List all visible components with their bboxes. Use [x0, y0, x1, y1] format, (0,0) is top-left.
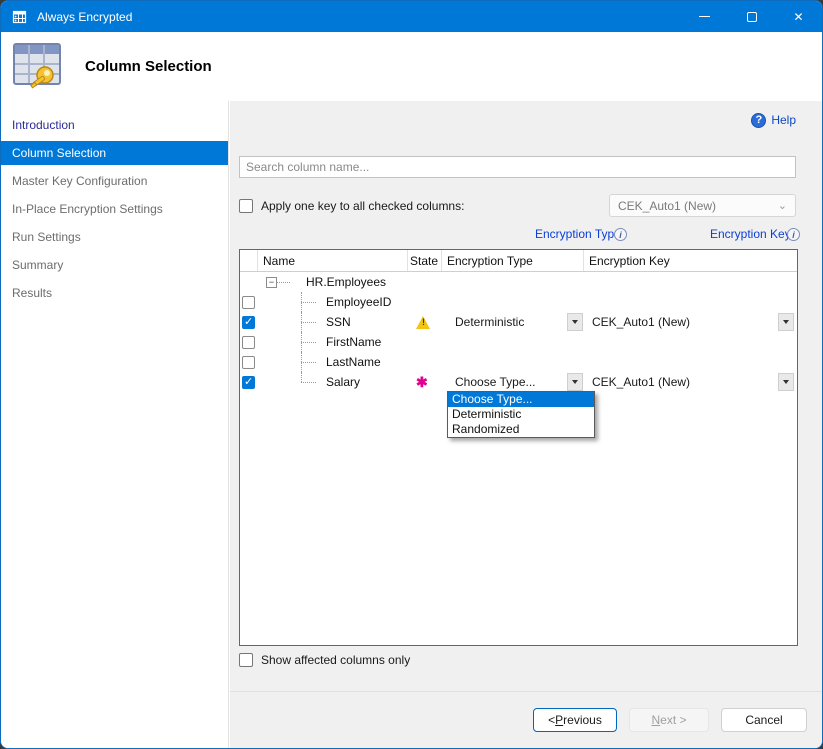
- column-name-label: LastName: [326, 355, 381, 369]
- encryption-type-link[interactable]: Encryption Type: [535, 227, 621, 241]
- apply-key-row: Apply one key to all checked columns: CE…: [239, 194, 796, 217]
- chevron-down-icon: ⌄: [778, 199, 787, 212]
- page-title: Column Selection: [85, 58, 212, 75]
- table-row: SSN ! Deterministic CEK_Auto1 (New): [240, 312, 797, 332]
- row-checkbox-firstname[interactable]: [242, 336, 255, 349]
- cancel-button[interactable]: Cancel: [721, 708, 807, 732]
- tree-collapse-icon[interactable]: −: [266, 277, 277, 288]
- encryption-key-value: CEK_Auto1 (New): [592, 315, 690, 329]
- dropdown-arrow-icon: [783, 320, 789, 324]
- sidebar-item-results[interactable]: Results: [1, 281, 228, 305]
- encryption-type-dropdown-button[interactable]: [567, 313, 583, 331]
- encryption-type-info-icon[interactable]: i: [614, 228, 627, 241]
- column-name-label: Salary: [326, 375, 360, 389]
- search-input[interactable]: [239, 156, 796, 178]
- window-title: Always Encrypted: [37, 10, 132, 24]
- column-name-label: SSN: [326, 315, 351, 329]
- columns-table: Name State Encryption Type Encryption Ke…: [239, 249, 798, 646]
- window-controls: ✕: [681, 1, 822, 32]
- encryption-key-dropdown-button[interactable]: [778, 373, 794, 391]
- table-row: LastName: [240, 352, 797, 372]
- sidebar-item-summary[interactable]: Summary: [1, 253, 228, 277]
- dropdown-option-randomized[interactable]: Randomized: [448, 422, 594, 437]
- encryption-type-dropdown-button[interactable]: [567, 373, 583, 391]
- dropdown-arrow-icon: [572, 380, 578, 384]
- apply-key-label: Apply one key to all checked columns:: [261, 199, 464, 213]
- help-row: ? Help: [239, 111, 796, 129]
- header-state[interactable]: State: [408, 250, 442, 271]
- encryption-type-value: Deterministic: [455, 315, 524, 329]
- table-header-row: Name State Encryption Type Encryption Ke…: [240, 250, 797, 272]
- help-icon: ?: [751, 113, 766, 128]
- main-panel: ? Help Apply one key to all checked colu…: [230, 101, 822, 748]
- header-encryption-key[interactable]: Encryption Key: [584, 250, 797, 271]
- close-icon: ✕: [793, 10, 803, 24]
- wizard-steps-sidebar: Introduction Column Selection Master Key…: [1, 101, 229, 748]
- column-name-label: FirstName: [326, 335, 381, 349]
- page-header: Column Selection: [1, 32, 822, 101]
- encryption-key-link[interactable]: Encryption Key: [710, 227, 791, 241]
- encryption-key-info-icon[interactable]: i: [787, 228, 800, 241]
- table-row: FirstName: [240, 332, 797, 352]
- encryption-type-value: Choose Type...: [455, 375, 536, 389]
- show-affected-label: Show affected columns only: [261, 653, 410, 667]
- column-name-label: EmployeeID: [326, 295, 391, 309]
- apply-key-checkbox[interactable]: [239, 199, 253, 213]
- row-checkbox-lastname[interactable]: [242, 356, 255, 369]
- dropdown-option-deterministic[interactable]: Deterministic: [448, 407, 594, 422]
- footer-bar: < Previous Next > Cancel: [230, 691, 822, 748]
- close-button[interactable]: ✕: [775, 1, 822, 32]
- required-asterisk-icon: ✱: [416, 377, 428, 387]
- header-name[interactable]: Name: [258, 250, 408, 271]
- maximize-icon: [747, 12, 757, 22]
- help-link[interactable]: Help: [771, 113, 796, 127]
- sidebar-item-run-settings[interactable]: Run Settings: [1, 225, 228, 249]
- warning-icon: !: [416, 316, 431, 329]
- table-key-icon: [11, 41, 67, 93]
- dropdown-arrow-icon: [783, 380, 789, 384]
- always-encrypted-wizard-window: Always Encrypted ✕ Column Selection Intr: [0, 0, 823, 749]
- title-bar: Always Encrypted ✕: [1, 1, 822, 32]
- next-button[interactable]: Next >: [629, 708, 709, 732]
- sidebar-item-in-place-encryption-settings[interactable]: In-Place Encryption Settings: [1, 197, 228, 221]
- sidebar-item-master-key-configuration[interactable]: Master Key Configuration: [1, 169, 228, 193]
- encryption-key-dropdown-button[interactable]: [778, 313, 794, 331]
- table-row-root: − HR.Employees: [240, 272, 797, 292]
- sidebar-item-column-selection[interactable]: Column Selection: [1, 141, 228, 165]
- minimize-button[interactable]: [681, 1, 728, 32]
- header-encryption-type[interactable]: Encryption Type: [442, 250, 584, 271]
- header-checkbox-column: [240, 250, 258, 271]
- table-row: Salary ✱ Choose Type... CEK_Auto1 (New): [240, 372, 797, 392]
- show-affected-row: Show affected columns only: [239, 653, 796, 667]
- column-links-row: Encryption Type i Encryption Key i: [239, 227, 796, 243]
- table-name-label: HR.Employees: [306, 275, 386, 289]
- dropdown-arrow-icon: [572, 320, 578, 324]
- apply-key-value: CEK_Auto1 (New): [618, 199, 716, 213]
- tree-line: [277, 282, 290, 283]
- minimize-icon: [699, 16, 710, 17]
- row-checkbox-employeeid[interactable]: [242, 296, 255, 309]
- row-checkbox-ssn[interactable]: [242, 316, 255, 329]
- app-table-icon: [11, 9, 27, 25]
- row-checkbox-salary[interactable]: [242, 376, 255, 389]
- encryption-key-value: CEK_Auto1 (New): [592, 375, 690, 389]
- encryption-type-dropdown-list: Choose Type... Deterministic Randomized: [447, 391, 595, 438]
- show-affected-checkbox[interactable]: [239, 653, 253, 667]
- sidebar-item-introduction[interactable]: Introduction: [1, 113, 228, 137]
- table-row: EmployeeID: [240, 292, 797, 312]
- maximize-button[interactable]: [728, 1, 775, 32]
- previous-button[interactable]: < Previous: [533, 708, 617, 732]
- dropdown-option-choose-type[interactable]: Choose Type...: [448, 392, 594, 407]
- apply-key-combobox[interactable]: CEK_Auto1 (New) ⌄: [609, 194, 796, 217]
